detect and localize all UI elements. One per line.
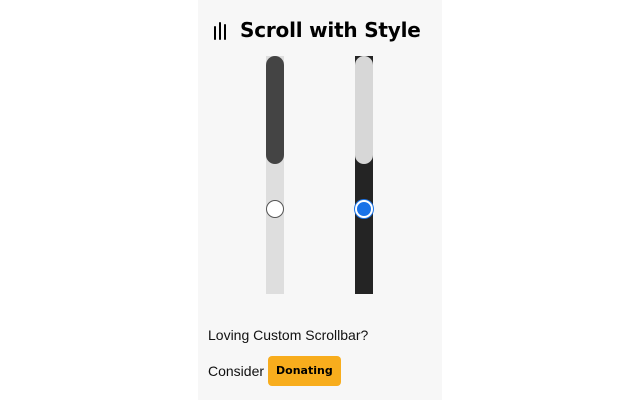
donate-row: Consider Donating xyxy=(208,356,341,386)
extension-popup: Scroll with Style Loving Custom Scrollba… xyxy=(198,0,442,400)
donate-button[interactable]: Donating xyxy=(268,356,341,386)
header: Scroll with Style xyxy=(212,14,438,46)
scrollbar-thumb-dark xyxy=(355,56,373,164)
consider-text: Consider xyxy=(208,363,265,379)
scrollbar-thumb-light xyxy=(266,56,284,164)
scrollbar-preview-light[interactable] xyxy=(266,56,284,294)
page-title: Scroll with Style xyxy=(240,18,421,42)
loving-text: Loving Custom Scrollbar? xyxy=(208,327,369,343)
theme-radio-light[interactable] xyxy=(266,200,284,218)
scrollbar-preview-dark[interactable] xyxy=(355,56,373,294)
scroll-bars-icon xyxy=(212,20,228,40)
theme-radio-dark[interactable] xyxy=(355,200,373,218)
